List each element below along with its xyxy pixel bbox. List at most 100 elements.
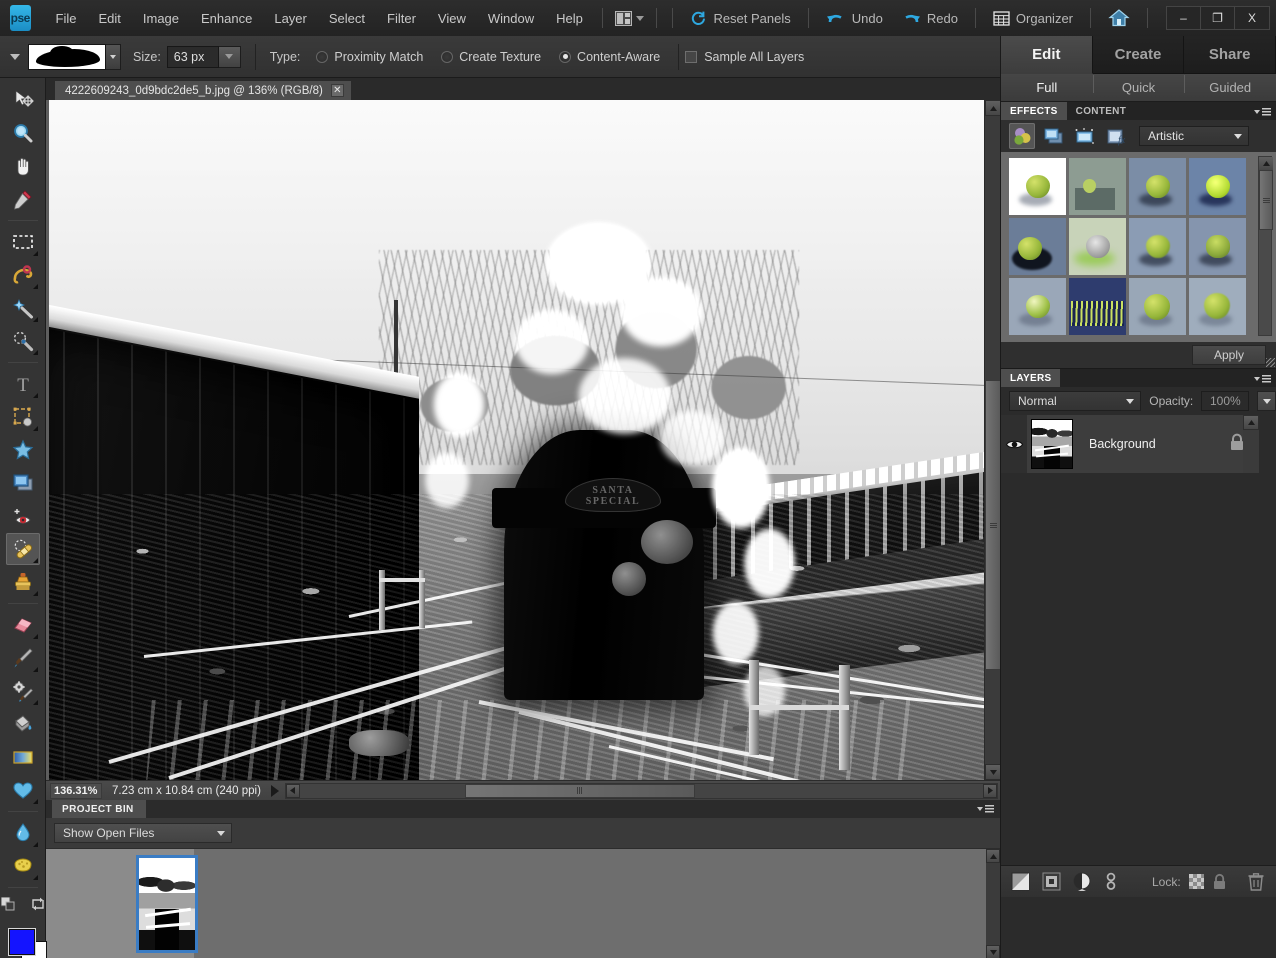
tab-edit[interactable]: Edit — [1001, 36, 1093, 74]
lock-transparent-pixels-icon[interactable] — [1188, 874, 1204, 889]
type-tool-icon[interactable]: T — [6, 368, 40, 400]
rectangular-marquee-tool-icon[interactable] — [6, 226, 40, 258]
canvas-viewport[interactable]: SANTA SPECIAL — [46, 100, 984, 780]
spot-healing-brush-tool-icon[interactable] — [5, 533, 40, 565]
scroll-down-button[interactable] — [985, 764, 1001, 780]
restore-button[interactable]: ❐ — [1201, 7, 1235, 29]
tab-create[interactable]: Create — [1092, 36, 1185, 74]
subtab-guided[interactable]: Guided — [1184, 75, 1276, 95]
close-icon[interactable]: ✕ — [330, 84, 344, 97]
menu-item-file[interactable]: File — [45, 7, 88, 30]
lock-all-icon[interactable] — [1212, 873, 1227, 890]
options-bar-toggle-icon[interactable] — [10, 53, 20, 60]
radio-create-texture[interactable]: Create Texture — [441, 50, 541, 64]
foreground-color-swatch[interactable] — [8, 928, 36, 956]
menu-item-layer[interactable]: Layer — [263, 7, 318, 30]
zoom-level-input[interactable]: 136.31% — [50, 782, 102, 799]
new-layer-icon[interactable] — [1011, 872, 1030, 891]
panel-menu-icon[interactable] — [1254, 375, 1271, 383]
link-layers-icon[interactable] — [1104, 872, 1118, 891]
effect-thumbnail[interactable] — [1129, 218, 1186, 275]
effects-grid-scrollbar[interactable] — [1258, 156, 1273, 336]
blend-mode-select[interactable]: Normal — [1009, 391, 1142, 411]
magic-wand-tool-icon[interactable] — [6, 292, 40, 324]
brush-size-input[interactable]: 63 px — [166, 45, 219, 68]
document-tab[interactable]: 4222609243_0d9bdc2de5_b.jpg @ 136% (RGB/… — [54, 80, 352, 100]
project-bin-thumbnail-strip[interactable] — [46, 848, 1000, 958]
project-bin-thumbnail[interactable] — [136, 855, 198, 953]
project-bin-filter-select[interactable]: Show Open Files — [54, 823, 232, 843]
effect-thumbnail[interactable] — [1189, 158, 1246, 215]
layer-name[interactable]: Background — [1089, 437, 1156, 451]
scroll-up-button[interactable] — [986, 849, 1000, 863]
recompose-tool-icon[interactable] — [6, 467, 40, 499]
show-all-effects-icon[interactable]: fx — [1102, 123, 1128, 149]
opacity-dropdown[interactable] — [1257, 391, 1276, 411]
eyedropper-tool-icon[interactable] — [6, 183, 40, 215]
panel-tab-content[interactable]: CONTENT — [1067, 102, 1135, 120]
effect-thumbnail[interactable] — [1009, 158, 1066, 215]
menu-item-filter[interactable]: Filter — [376, 7, 427, 30]
brush-preview-swatch[interactable] — [28, 43, 106, 70]
undo-button[interactable]: Undo — [817, 7, 892, 30]
menu-item-view[interactable]: View — [427, 7, 477, 30]
layer-styles-category-icon[interactable] — [1040, 123, 1066, 149]
effect-thumbnail[interactable] — [1069, 158, 1126, 215]
horizontal-scrollbar-thumb[interactable] — [464, 783, 695, 798]
sample-all-layers-checkbox[interactable]: Sample All Layers — [685, 50, 804, 64]
play-triangle-icon[interactable] — [270, 784, 279, 797]
layer-list-scrollbar[interactable] — [1243, 415, 1259, 473]
menu-item-enhance[interactable]: Enhance — [190, 7, 263, 30]
hand-tool-icon[interactable] — [6, 150, 40, 182]
gradient-tool-icon[interactable] — [6, 741, 40, 773]
add-layer-mask-icon[interactable] — [1042, 872, 1061, 891]
cookie-cutter-tool-icon[interactable] — [6, 434, 40, 466]
panel-resize-grip[interactable] — [1266, 358, 1275, 367]
menu-item-image[interactable]: Image — [132, 7, 190, 30]
panel-tab-effects[interactable]: EFFECTS — [1001, 102, 1067, 120]
radio-content-aware[interactable]: Content-Aware — [559, 50, 660, 64]
menu-item-window[interactable]: Window — [477, 7, 545, 30]
layer-row[interactable]: Background — [1001, 415, 1259, 473]
reset-panels-button[interactable]: Reset Panels — [681, 6, 799, 31]
effect-thumbnail[interactable] — [1129, 278, 1186, 335]
effect-thumbnail[interactable] — [1129, 158, 1186, 215]
custom-shape-tool-icon[interactable] — [6, 774, 40, 806]
scrollbar-thumb[interactable] — [1259, 170, 1273, 230]
quick-selection-tool-icon[interactable] — [6, 325, 40, 357]
red-eye-removal-tool-icon[interactable] — [6, 500, 40, 532]
sponge-tool-icon[interactable] — [6, 850, 40, 882]
canvas-vertical-scrollbar[interactable] — [984, 100, 1001, 780]
canvas-horizontal-scrollbar[interactable] — [284, 782, 998, 799]
effect-thumbnail[interactable] — [1189, 278, 1246, 335]
organizer-button[interactable]: Organizer — [984, 7, 1082, 30]
close-button[interactable]: X — [1235, 7, 1269, 29]
effects-category-select[interactable]: Artistic — [1139, 126, 1249, 146]
crop-tool-icon[interactable] — [6, 401, 40, 433]
move-tool-icon[interactable] — [6, 84, 40, 116]
scroll-up-button[interactable] — [1259, 157, 1273, 170]
home-button[interactable] — [1099, 4, 1139, 32]
blur-tool-icon[interactable] — [6, 817, 40, 849]
filters-category-icon[interactable] — [1009, 123, 1035, 149]
effect-thumbnail[interactable] — [1009, 218, 1066, 275]
minimize-button[interactable]: – — [1167, 7, 1201, 29]
layout-grid-icon[interactable] — [611, 9, 648, 28]
zoom-tool-icon[interactable] — [6, 117, 40, 149]
paint-bucket-tool-icon[interactable] — [6, 708, 40, 740]
menu-item-select[interactable]: Select — [318, 7, 376, 30]
scroll-left-button[interactable] — [285, 783, 300, 798]
trash-icon[interactable] — [1248, 872, 1264, 891]
smart-brush-tool-icon[interactable] — [6, 675, 40, 707]
scroll-down-button[interactable] — [986, 945, 1000, 958]
panel-menu-icon[interactable] — [1254, 108, 1271, 116]
subtab-full[interactable]: Full — [1001, 80, 1093, 95]
panel-tab-layers[interactable]: LAYERS — [1001, 369, 1061, 387]
tab-share[interactable]: Share — [1184, 36, 1276, 74]
radio-proximity-match[interactable]: Proximity Match — [316, 50, 423, 64]
menu-item-help[interactable]: Help — [545, 7, 594, 30]
project-bin-tab[interactable]: PROJECT BIN — [52, 800, 146, 818]
adjustment-layer-icon[interactable] — [1073, 872, 1092, 891]
project-bin-scrollbar[interactable] — [986, 849, 1000, 958]
scroll-up-button[interactable] — [1243, 415, 1259, 430]
